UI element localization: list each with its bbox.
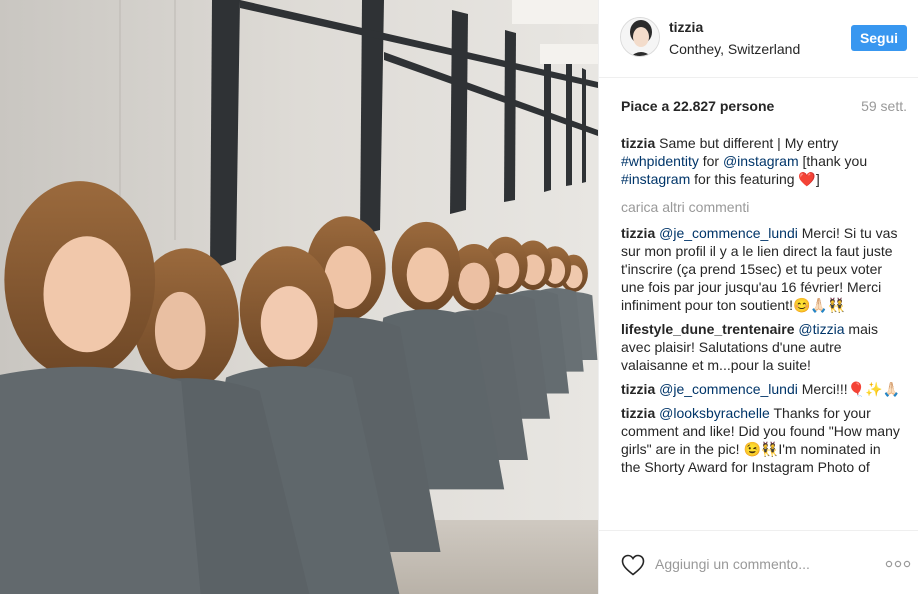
comment-username[interactable]: tizzia xyxy=(621,225,655,241)
load-more-comments-link[interactable]: carica altri commenti xyxy=(621,198,901,216)
hashtag-link[interactable]: #whpidentity xyxy=(621,153,699,169)
likes-count[interactable]: Piace a 22.827 persone xyxy=(621,98,774,114)
likes-row: Piace a 22.827 persone 59 sett. xyxy=(599,78,918,120)
post-photo[interactable] xyxy=(0,0,598,594)
post-timestamp[interactable]: 59 sett. xyxy=(861,98,907,114)
caption-text: [thank you xyxy=(798,153,868,169)
comment-username[interactable]: lifestyle_dune_trentenaire xyxy=(621,321,795,337)
ellipsis-icon[interactable] xyxy=(885,556,911,572)
mention-link[interactable]: @je_commence_lundi xyxy=(659,381,798,397)
comment-username[interactable]: tizzia xyxy=(621,135,655,151)
mention-link[interactable]: @tizzia xyxy=(798,321,844,337)
mention-link[interactable]: @looksbyrachelle xyxy=(659,405,770,421)
comment-username[interactable]: tizzia xyxy=(621,381,655,397)
comments-list[interactable]: tizzia Same but different | My entry #wh… xyxy=(621,134,901,530)
comment-item: tizzia @looksbyrachelle Thanks for your … xyxy=(621,404,901,476)
mention-link[interactable]: @je_commence_lundi xyxy=(659,225,798,241)
mention-link[interactable]: @instagram xyxy=(723,153,799,169)
caption-text: Same but different | My entry xyxy=(659,135,839,151)
location-link[interactable]: Conthey, Switzerland xyxy=(669,41,800,57)
comment-text: Merci!!!🎈✨🙏🏻 xyxy=(797,381,900,397)
username[interactable]: tizzia xyxy=(669,19,703,35)
caption-text: for xyxy=(698,153,723,169)
comment-item: lifestyle_dune_trentenaire @tizzia mais … xyxy=(621,320,901,374)
follow-button[interactable]: Segui xyxy=(851,25,907,51)
comment-username[interactable]: tizzia xyxy=(621,405,655,421)
add-comment-input[interactable] xyxy=(655,552,855,576)
hashtag-link[interactable]: #instagram xyxy=(621,171,690,187)
comment-footer xyxy=(599,530,918,594)
caption-text: for this featuring ❤️] xyxy=(690,171,820,187)
caption: tizzia Same but different | My entry #wh… xyxy=(621,134,901,188)
avatar[interactable] xyxy=(620,17,660,57)
comment-item: tizzia @je_commence_lundi Merci! Si tu v… xyxy=(621,224,901,314)
heart-outline-icon[interactable] xyxy=(621,554,645,576)
post-side-panel: tizzia Conthey, Switzerland Segui Piace … xyxy=(598,0,918,594)
comment-item: tizzia @je_commence_lundi Merci!!!🎈✨🙏🏻 xyxy=(621,380,901,398)
post-header: tizzia Conthey, Switzerland Segui xyxy=(599,0,918,78)
